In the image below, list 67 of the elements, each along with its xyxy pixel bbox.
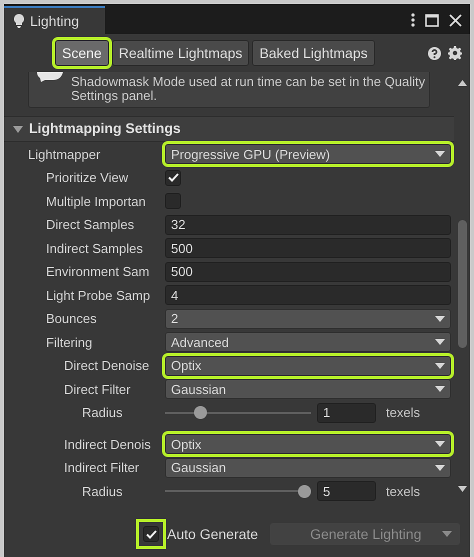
more-icon[interactable] [411,13,415,27]
window-tab[interactable]: Lighting [4,6,105,34]
slider[interactable] [165,484,311,498]
tab[interactable]: Baked Lightmaps [252,40,375,66]
slider-thumb[interactable] [194,406,208,420]
number-field[interactable]: 500 [165,262,451,282]
caret-icon [435,362,445,369]
dropdown[interactable]: Gaussian [165,458,451,478]
dropdown[interactable]: Advanced [165,332,451,352]
setting-label: Environment Sam [46,264,150,279]
slider[interactable] [165,406,311,420]
setting-label: Prioritize View [46,170,128,185]
scroll-up-icon[interactable] [458,80,466,86]
dropdown[interactable]: 2 [165,308,451,329]
checkbox[interactable] [143,526,159,542]
setting-label: Filtering [46,334,92,350]
setting-label: Indirect Samples [46,240,143,256]
close-icon[interactable] [449,14,462,26]
caret-icon [435,464,445,471]
number-field[interactable]: 32 [165,214,451,235]
setting-label: Radius [82,484,122,498]
lightbulb-icon [14,14,24,28]
setting-label: Direct Filter [64,382,130,396]
setting-label: Multiple Importan [46,194,146,208]
unit-label: texels [386,404,420,422]
unit-label: texels [386,482,420,500]
check-icon [146,530,156,538]
help-text: Shadowmask Mode used at run time can be set in the Quality Settings panel. [71,75,426,103]
setting-label: Direct Denoise [64,358,150,373]
caret-icon [435,386,445,392]
setting-label: Light Probe Samp [46,288,150,302]
setting-label: Indirect Filter [64,460,140,475]
window-title: Lighting [30,12,80,31]
caret-icon [435,151,445,158]
number-field[interactable]: 5 [317,481,376,502]
number-field[interactable]: 1 [317,402,376,423]
scrollbar-thumb[interactable] [458,220,466,348]
number-field[interactable]: 500 [165,238,451,258]
settings-icon[interactable] [448,46,462,60]
section-header[interactable]: Lightmapping Settings [4,116,454,142]
checkbox[interactable] [165,193,181,210]
scroll-down-icon[interactable] [458,486,466,492]
foldout-icon [13,124,23,134]
setting-label: Direct Samples [46,217,134,232]
maximize-icon[interactable] [425,14,439,26]
setting-label: Indirect Denois [64,436,151,452]
dropdown[interactable]: Optix [165,356,451,376]
dropdown[interactable]: Gaussian [165,379,451,400]
setting-label: Radius [82,405,122,420]
section-title: Lightmapping Settings [29,119,181,138]
tab[interactable]: Scene [55,40,109,66]
caret-icon [435,339,445,346]
caret-icon [442,531,452,537]
help-icon[interactable] [428,46,441,60]
tab[interactable]: Realtime Lightmaps [112,40,250,66]
checkbox[interactable] [165,170,181,186]
speech-bubble-icon [37,72,63,82]
caret-icon [435,441,445,448]
setting-label: Lightmapper [28,146,100,162]
setting-label: Bounces [46,311,97,326]
dropdown[interactable]: Optix [165,434,451,454]
caret-icon [435,316,445,322]
check-icon [168,173,178,182]
dropdown[interactable]: Progressive GPU (Preview) [165,144,451,164]
number-field[interactable]: 4 [165,285,451,306]
slider-thumb[interactable] [298,484,311,498]
auto-generate-label: Auto Generate [167,524,258,544]
